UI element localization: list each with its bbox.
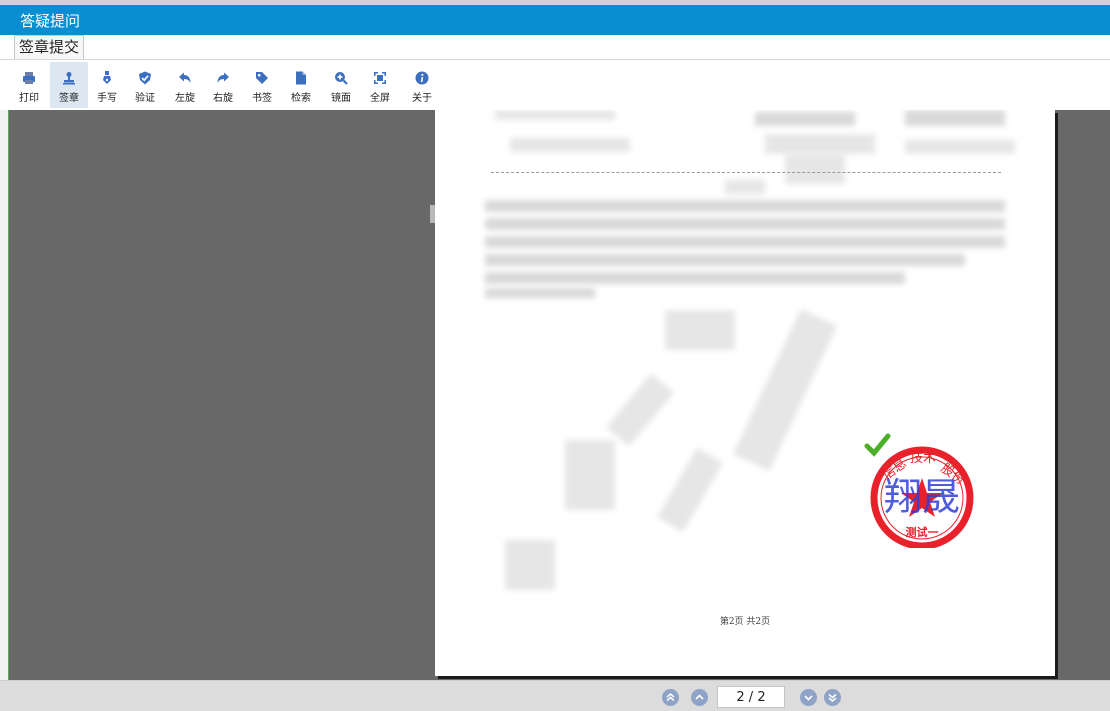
print-button[interactable]: 打印 [10, 62, 48, 108]
window-title: 答疑提问 [20, 12, 81, 30]
shield-check-icon [139, 71, 151, 85]
about-label: 关于 [412, 93, 432, 104]
seal-bottom-text: 测试一 [906, 525, 939, 539]
page-footer: 第2页 共2页 [719, 617, 771, 627]
info-icon [415, 71, 429, 85]
redacted-paragraph [485, 236, 1005, 248]
redacted-text [765, 134, 875, 154]
rotate-left-icon [179, 72, 191, 83]
redacted-text [725, 180, 765, 194]
dashed-separator [491, 172, 1001, 173]
next-page-button[interactable] [800, 689, 817, 706]
rotate-right-label: 右旋 [213, 93, 233, 104]
svg-text:技术: 技术 [910, 451, 936, 466]
previous-page-button[interactable] [691, 689, 708, 706]
redacted-paragraph [485, 218, 1005, 230]
page-number-input[interactable]: 2 / 2 [717, 686, 785, 708]
first-page-button[interactable] [662, 689, 679, 706]
verify-label: 验证 [135, 93, 155, 104]
document-page: 信息 技术 股份 测试一 翔晟 第2页 共2页 [435, 110, 1055, 676]
bookmark-label: 书签 [252, 93, 272, 104]
redacted-text [785, 154, 845, 184]
rotate-left-button[interactable]: 左旋 [166, 62, 204, 108]
title-bar: 答疑提问 [0, 0, 1110, 35]
redacted-mark [733, 309, 837, 471]
handwrite-button[interactable]: 手写 [88, 62, 126, 108]
verified-check-icon [864, 433, 891, 457]
handwrite-label: 手写 [97, 93, 117, 104]
left-edge-strip [0, 110, 9, 711]
redacted-paragraph [485, 272, 905, 284]
mirror-label: 镜面 [331, 93, 351, 104]
fullscreen-icon [374, 72, 386, 84]
redacted-text [510, 138, 630, 152]
redacted-text [905, 140, 1015, 154]
redacted-mark [665, 310, 735, 350]
redacted-mark [657, 447, 723, 533]
double-chevron-down-icon [828, 693, 837, 702]
menu-bar: 签章提交 [0, 35, 1110, 60]
fullscreen-button[interactable]: 全屏 [361, 62, 399, 108]
last-page-button[interactable] [824, 689, 841, 706]
stamp-button[interactable]: 签章 [50, 62, 88, 108]
about-button[interactable]: 关于 [403, 62, 441, 108]
printer-icon [23, 72, 35, 84]
chevron-down-icon [804, 695, 813, 701]
pen-icon [103, 71, 111, 84]
rotate-left-label: 左旋 [175, 93, 195, 104]
chevron-up-icon [695, 694, 704, 700]
redacted-text [495, 110, 615, 120]
print-label: 打印 [19, 93, 39, 104]
electronic-seal: 信息 技术 股份 测试一 翔晟 [864, 433, 974, 548]
redacted-text [905, 110, 1005, 126]
mirror-button[interactable]: 镜面 [322, 62, 360, 108]
handwritten-signature: 翔晟 [884, 475, 960, 519]
redacted-paragraph [485, 254, 965, 266]
fullscreen-label: 全屏 [370, 93, 390, 104]
double-chevron-up-icon [666, 693, 675, 702]
zoom-in-icon [335, 72, 348, 85]
redacted-paragraph [485, 200, 1005, 212]
toolbar: 打印 签章 手写 验证 左旋 右旋 书签 检索 镜面 全屏 关于 [0, 59, 1110, 111]
redacted-mark [565, 440, 615, 510]
stamp-label: 签章 [59, 93, 79, 104]
redacted-mark [505, 540, 555, 590]
rotate-right-button[interactable]: 右旋 [204, 62, 242, 108]
rotate-right-icon [217, 72, 229, 83]
menu-item-sign-submit[interactable]: 签章提交 [14, 35, 85, 60]
search-button[interactable]: 检索 [282, 62, 320, 108]
search-document-icon [296, 71, 306, 85]
bookmark-tag-icon [256, 72, 268, 84]
stamp-icon [63, 72, 75, 85]
pager-bar: 2 / 2 [0, 680, 1110, 711]
redacted-mark [606, 373, 674, 447]
search-label: 检索 [291, 93, 311, 104]
redacted-text [755, 112, 855, 126]
redacted-paragraph [485, 288, 595, 298]
bookmark-button[interactable]: 书签 [243, 62, 281, 108]
verify-button[interactable]: 验证 [126, 62, 164, 108]
document-viewport[interactable]: 信息 技术 股份 测试一 翔晟 第2页 共2页 [9, 110, 1110, 680]
